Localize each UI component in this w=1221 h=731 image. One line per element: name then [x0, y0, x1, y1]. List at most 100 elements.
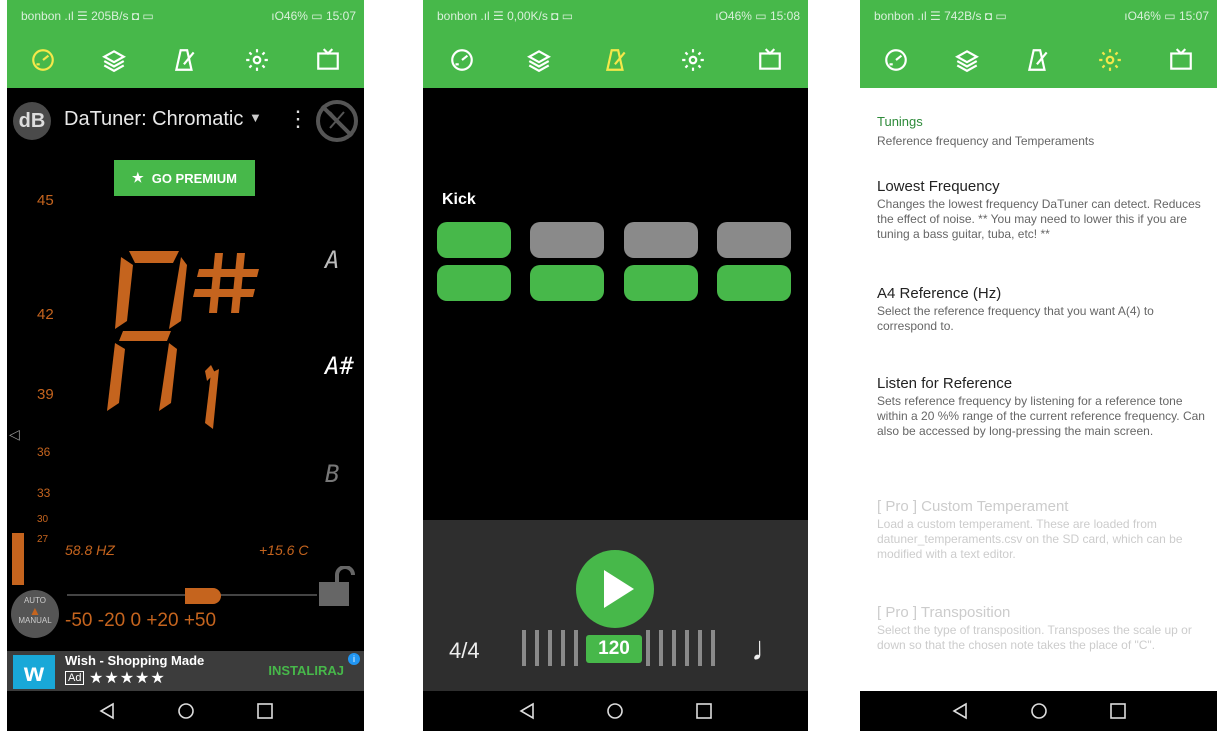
setting-lowest-frequency[interactable]: Lowest Frequency Changes the lowest freq… [877, 178, 1205, 242]
home-button[interactable] [171, 696, 201, 726]
triangle-icon: ▲ [29, 604, 41, 618]
scale-label: 30 [37, 514, 49, 525]
tab-layers[interactable] [517, 38, 561, 82]
scale-label: 27 [37, 534, 49, 545]
note-value-icon[interactable]: ♩ [751, 630, 785, 669]
beat-toggle[interactable] [437, 265, 511, 301]
status-right: ıО46% ▭ 15:07 [271, 9, 356, 23]
metronome-controls: 4/4 120 ♩ [423, 520, 808, 691]
tuner-screen: bonbon .ıl ☰ 205B/s ◘ ▭ ıО46% ▭ 15:07 dB… [7, 0, 364, 731]
install-button[interactable]: INSTALIRAJ [268, 663, 344, 678]
status-left: bonbon .ıl ☰ 0,00K/s ◘ ▭ [437, 9, 574, 23]
pointer-icon: ◁ [9, 426, 20, 442]
tab-metronome[interactable] [163, 38, 207, 82]
ad-banner[interactable]: w Wish - Shopping Made Ad ★★★★★ INSTALIR… [7, 651, 364, 691]
tab-ad-free[interactable] [748, 38, 792, 82]
gear-icon [681, 49, 704, 71]
back-icon [951, 702, 967, 720]
recents-icon [256, 703, 273, 719]
info-icon[interactable]: i [348, 653, 360, 665]
setting-title: [ Pro ] Custom Temperament [877, 498, 1069, 515]
status-right: ıО46% ▭ 15:07 [1124, 9, 1209, 23]
db-button[interactable]: dB [13, 102, 51, 140]
beat-accent-toggle[interactable] [437, 222, 511, 258]
recents-button[interactable] [689, 696, 719, 726]
system-nav-bar [860, 691, 1217, 731]
beat-accent-toggle[interactable] [530, 222, 604, 258]
beat-accent-toggle[interactable] [717, 222, 791, 258]
tab-settings[interactable] [671, 38, 715, 82]
tuning-needle [185, 588, 221, 604]
time-signature[interactable]: 4/4 [449, 638, 480, 664]
tab-tuner[interactable] [21, 38, 65, 82]
tab-tuner[interactable] [874, 38, 918, 82]
setting-title: A4 Reference (Hz) [877, 285, 1002, 302]
note-label: B [325, 460, 340, 488]
play-button[interactable] [576, 550, 654, 628]
home-icon [1030, 703, 1047, 719]
back-icon [519, 702, 534, 720]
scale-label: 33 [37, 486, 51, 500]
tab-ad-free[interactable] [1159, 38, 1203, 82]
unlock-icon[interactable] [317, 566, 359, 608]
back-button[interactable] [945, 696, 975, 726]
tab-layers[interactable] [92, 38, 136, 82]
tab-layers[interactable] [945, 38, 989, 82]
home-button[interactable] [600, 696, 630, 726]
scale-label: 36 [37, 445, 51, 459]
home-button[interactable] [1024, 696, 1054, 726]
recents-button[interactable] [1103, 696, 1133, 726]
home-icon [177, 703, 194, 719]
metronome-icon [605, 49, 626, 71]
wish-logo: w [13, 655, 55, 689]
tab-metronome[interactable] [594, 38, 638, 82]
metronome-body: Kick [423, 88, 808, 520]
ad-free-icon [317, 48, 340, 70]
tab-ad-free[interactable] [306, 38, 350, 82]
status-left: bonbon .ıl ☰ 742B/s ◘ ▭ [874, 9, 1007, 23]
setting-title: Listen for Reference [877, 375, 1013, 392]
tab-metronome[interactable] [1016, 38, 1060, 82]
tempo-value[interactable]: 120 [586, 635, 642, 663]
system-nav-bar [7, 691, 364, 731]
note-label-current: A# [325, 352, 354, 380]
dropdown-icon[interactable]: ▼ [249, 110, 262, 125]
gear-icon [246, 49, 268, 71]
status-right: ıО46% ▭ 15:08 [715, 9, 800, 23]
setting-a4-reference[interactable]: A4 Reference (Hz) Select the reference f… [877, 285, 1205, 334]
beat-toggle[interactable] [717, 265, 791, 301]
ad-free-icon [758, 48, 781, 70]
setting-description: Changes the lowest frequency DaTuner can… [877, 197, 1201, 241]
tuner-body[interactable]: dB DaTuner: Chromatic ▼ ⋮ ★ GO PREMIUM 45… [7, 88, 364, 651]
tuner-icon [31, 49, 54, 71]
status-left: bonbon .ıl ☰ 205B/s ◘ ▭ [21, 9, 154, 23]
metronome-screen: bonbon .ıl ☰ 0,00K/s ◘ ▭ ıО46% ▭ 15:08 K… [423, 0, 808, 731]
tab-settings[interactable] [235, 38, 279, 82]
play-icon [604, 570, 634, 608]
beat-toggle[interactable] [624, 265, 698, 301]
tab-settings[interactable] [1088, 38, 1132, 82]
settings-screen: bonbon .ıl ☰ 742B/s ◘ ▭ ıО46% ▭ 15:07 Tu… [860, 0, 1217, 731]
metronome-icon [1028, 49, 1048, 71]
settings-body: Tunings Reference frequency and Temperam… [860, 88, 1217, 691]
back-button[interactable] [92, 696, 122, 726]
back-icon [98, 702, 114, 720]
back-button[interactable] [512, 696, 542, 726]
note-label: A [325, 246, 340, 274]
more-options-icon[interactable]: ⋮ [287, 106, 309, 132]
tab-bar [7, 32, 364, 88]
beat-toggle[interactable] [530, 265, 604, 301]
tab-tuner[interactable] [440, 38, 484, 82]
auto-manual-toggle[interactable]: AUTO ▲ MANUAL [11, 590, 59, 638]
level-meter [12, 533, 24, 585]
rating-stars: ★★★★★ [89, 670, 166, 687]
home-icon [607, 703, 624, 719]
tuner-mode-title[interactable]: DaTuner: Chromatic [64, 108, 243, 131]
recents-button[interactable] [250, 696, 280, 726]
tuner-icon [884, 49, 907, 71]
tab-bar [423, 32, 808, 88]
go-premium-button[interactable]: ★ GO PREMIUM [114, 160, 255, 196]
mute-icon[interactable] [314, 98, 360, 144]
setting-listen-for-reference[interactable]: Listen for Reference Sets reference freq… [877, 375, 1205, 439]
beat-accent-toggle[interactable] [624, 222, 698, 258]
